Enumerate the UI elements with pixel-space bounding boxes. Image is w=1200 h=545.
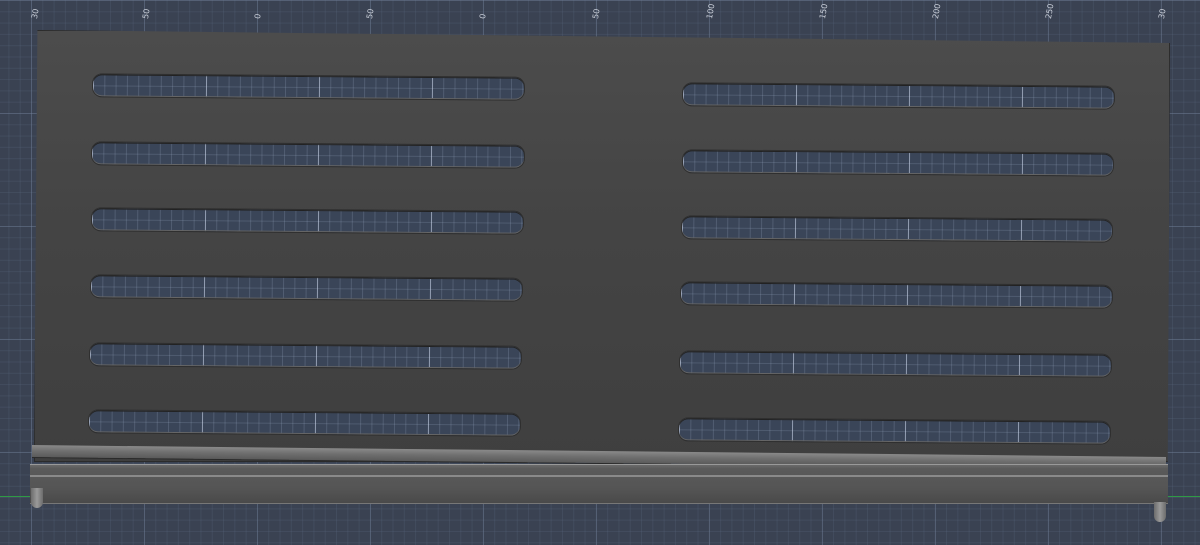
ruler-label: 30 [1157, 7, 1168, 20]
cad-viewport[interactable]: 30 50 0 50 0 50 100 150 200 250 30 [0, 0, 1200, 545]
vent-slot-left-4[interactable] [90, 275, 523, 301]
vent-slot-left-3[interactable] [91, 208, 524, 234]
ruler-label: 50 [591, 7, 602, 20]
vent-slot-left-5[interactable] [89, 343, 522, 369]
base-groove-line [30, 475, 1168, 477]
vent-slot-left-1[interactable] [92, 74, 525, 100]
vent-slot-right-3[interactable] [681, 216, 1113, 242]
vent-slot-left-6[interactable] [88, 410, 521, 436]
right-foot[interactable] [1154, 502, 1166, 522]
top-ruler: 30 50 0 50 0 50 100 150 200 250 30 [0, 0, 1200, 34]
ruler-label: 150 [818, 2, 830, 20]
ruler-label: 0 [253, 12, 263, 20]
ruler-label: 50 [141, 7, 152, 20]
vent-slot-left-2[interactable] [91, 142, 525, 168]
ruler-label: 0 [478, 12, 488, 20]
vent-slot-right-5[interactable] [679, 351, 1112, 377]
vent-slot-right-2[interactable] [682, 150, 1114, 176]
vent-slot-right-1[interactable] [682, 83, 1115, 109]
ruler-label: 30 [30, 7, 41, 20]
ruler-label: 250 [1044, 2, 1056, 20]
ruler-label: 200 [931, 2, 943, 20]
vent-slot-right-6[interactable] [678, 418, 1111, 444]
ruler-label: 50 [365, 7, 376, 20]
left-foot[interactable] [31, 488, 43, 508]
ruler-label: 100 [705, 2, 717, 20]
vent-slot-right-4[interactable] [680, 282, 1113, 308]
base-channel[interactable] [30, 464, 1168, 504]
